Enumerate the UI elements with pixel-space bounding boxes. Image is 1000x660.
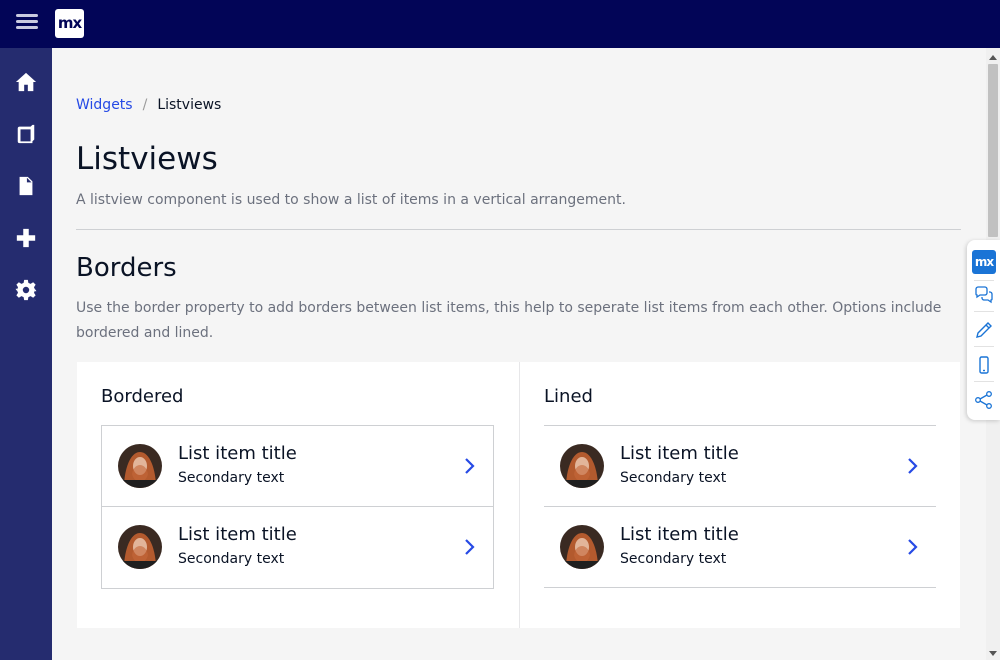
list-item[interactable]: List item title Secondary text: [102, 507, 493, 588]
mendix-logo[interactable]: mx: [55, 9, 84, 38]
edit-button[interactable]: [971, 317, 997, 343]
share-icon: [975, 391, 992, 409]
plus-icon: [16, 228, 36, 248]
list-item-title: List item title: [178, 524, 297, 545]
card-title: Bordered: [101, 386, 184, 407]
avatar: [118, 444, 162, 488]
document-icon: [19, 176, 33, 196]
list-item-subtitle: Secondary text: [620, 470, 727, 486]
list-item-subtitle: Secondary text: [620, 551, 727, 567]
list-item-subtitle: Secondary text: [178, 470, 285, 486]
scroll-up-arrow-icon[interactable]: [989, 55, 997, 60]
list-item-title: List item title: [620, 524, 739, 545]
dev-tools-panel: mx: [967, 240, 1000, 420]
chevron-right-icon: [908, 539, 918, 555]
chevron-right-icon: [465, 458, 475, 474]
card-bordered: Bordered List item title Secondary text …: [77, 362, 520, 628]
section-description: Use the border property to add borders b…: [76, 300, 942, 341]
sidebar: [0, 48, 52, 660]
list-item-title: List item title: [620, 443, 739, 464]
sidebar-item-settings[interactable]: [0, 270, 52, 310]
chat-bubbles-icon: [975, 286, 993, 304]
top-bar: mx: [0, 0, 1000, 48]
divider: [974, 381, 994, 382]
avatar: [560, 525, 604, 569]
gear-icon: [15, 279, 37, 301]
mobile-preview-button[interactable]: [971, 352, 997, 378]
sidebar-item-book[interactable]: [0, 114, 52, 154]
list-item[interactable]: List item title Secondary text: [544, 426, 936, 507]
page-description: A listview component is used to show a l…: [76, 192, 626, 208]
avatar: [560, 444, 604, 488]
book-icon: [17, 124, 35, 144]
card-title: Lined: [544, 386, 593, 407]
divider: [76, 229, 961, 230]
list-item-subtitle: Secondary text: [178, 551, 285, 567]
hamburger-menu-icon[interactable]: [14, 12, 40, 36]
section-title: Borders: [76, 253, 177, 283]
avatar: [118, 525, 162, 569]
sidebar-item-add[interactable]: [0, 218, 52, 258]
card-lined: Lined List item title Secondary text Lis…: [519, 362, 960, 628]
share-button[interactable]: [971, 387, 997, 413]
main-content: Widgets / Listviews Listviews A listview…: [52, 48, 986, 660]
list-item[interactable]: List item title Secondary text: [544, 507, 936, 588]
scroll-thumb[interactable]: [988, 64, 998, 237]
divider: [974, 311, 994, 312]
pencil-icon: [976, 322, 992, 338]
breadcrumb-link-widgets[interactable]: Widgets: [76, 97, 133, 113]
mobile-phone-icon: [979, 356, 989, 374]
chevron-right-icon: [465, 539, 475, 555]
scroll-down-arrow-icon[interactable]: [989, 651, 997, 656]
breadcrumb-separator: /: [142, 97, 148, 113]
sidebar-item-home[interactable]: [0, 62, 52, 102]
listview-lined: List item title Secondary text List item…: [544, 425, 936, 588]
list-item-title: List item title: [178, 443, 297, 464]
chevron-right-icon: [908, 458, 918, 474]
breadcrumb-current: Listviews: [157, 97, 222, 113]
mendix-dev-logo[interactable]: mx: [972, 250, 996, 274]
divider: [974, 280, 994, 281]
listview-bordered: List item title Secondary text List item…: [101, 425, 494, 589]
list-item[interactable]: List item title Secondary text: [102, 426, 493, 507]
page-title: Listviews: [76, 141, 218, 177]
breadcrumb: Widgets / Listviews: [76, 97, 221, 113]
feedback-button[interactable]: [971, 282, 997, 308]
sidebar-item-document[interactable]: [0, 166, 52, 206]
home-icon: [15, 72, 37, 92]
divider: [974, 346, 994, 347]
